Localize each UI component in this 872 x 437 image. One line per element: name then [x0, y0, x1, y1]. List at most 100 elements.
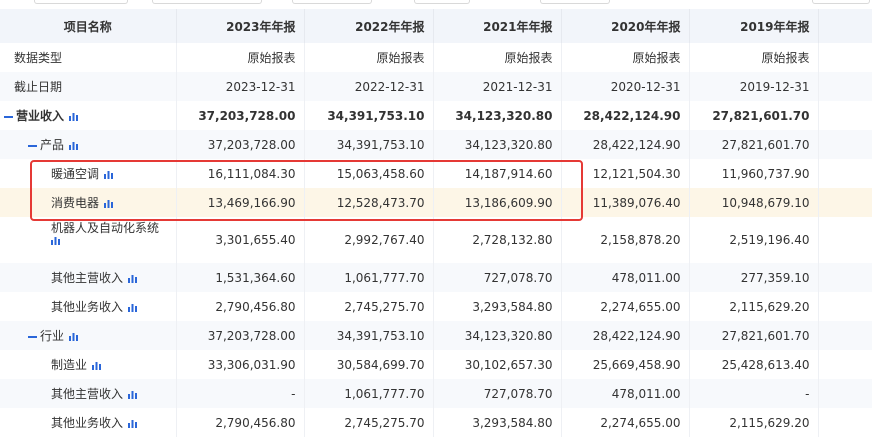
table-cell: 14,187,914.60: [433, 159, 562, 188]
table-cell: 27,821,601.70: [689, 130, 819, 159]
table-cell: 11,960,737.90: [689, 159, 819, 188]
table-cell: 25,669,458.90: [561, 350, 690, 379]
table-cell: 30,102,657.30: [433, 350, 562, 379]
table-cell: 28,422,124.90: [561, 130, 690, 159]
row-label: 制造业: [51, 358, 88, 372]
table-cell: 2,519,196.40: [689, 217, 819, 263]
table-row-robotics: 机器人及自动化系统 3,301,655.40 2,992,767.40 2,72…: [0, 217, 872, 263]
table-cell: 13,186,609.90: [433, 188, 562, 217]
table-cell: -: [689, 379, 819, 408]
bar-chart-icon[interactable]: [69, 332, 79, 341]
toolbar-control[interactable]: [152, 0, 262, 4]
table-cell: 27,821,601.70: [689, 101, 819, 130]
top-toolbar-strip: [0, 0, 872, 4]
bar-chart-icon[interactable]: [104, 170, 114, 179]
table-cell: 34,391,753.10: [304, 101, 434, 130]
table-cell: 2,790,456.80: [176, 408, 305, 437]
column-header-2021[interactable]: 2021年年报: [433, 9, 562, 43]
row-label: 其他业务收入: [51, 416, 124, 430]
column-header-2019[interactable]: 2019年年报: [689, 9, 819, 43]
table-cell: 37,203,728.00: [176, 101, 305, 130]
row-label: 数据类型: [14, 51, 63, 65]
column-header-empty: [818, 9, 872, 43]
column-header-2023[interactable]: 2023年年报: [176, 9, 305, 43]
table-cell: 2,115,629.20: [689, 408, 819, 437]
table-cell: 28,422,124.90: [561, 101, 690, 130]
toolbar-control[interactable]: [812, 0, 870, 4]
row-label: 消费电器: [51, 196, 100, 210]
bar-chart-icon[interactable]: [104, 199, 114, 208]
table-row-other-main-revenue: 其他主营收入 1,531,364.60 1,061,777.70 727,078…: [0, 263, 872, 292]
row-label: 其他主营收入: [51, 271, 124, 285]
table-cell: 3,301,655.40: [176, 217, 305, 263]
table-cell: 2022-12-31: [304, 72, 434, 101]
table-cell: 1,061,777.70: [304, 263, 434, 292]
table-cell: 30,584,699.70: [304, 350, 434, 379]
table-cell: 34,123,320.80: [433, 101, 562, 130]
minus-icon[interactable]: [28, 144, 37, 147]
row-label: 其他业务收入: [51, 300, 124, 314]
toolbar-control[interactable]: [414, 0, 470, 4]
toolbar-control[interactable]: [292, 0, 372, 4]
table-row-manufacturing: 制造业 33,306,031.90 30,584,699.70 30,102,6…: [0, 350, 872, 379]
minus-icon[interactable]: [4, 115, 13, 118]
table-row-consumer-appliances: 消费电器 13,469,166.90 12,528,473.70 13,186,…: [0, 188, 872, 217]
row-label: 截止日期: [14, 80, 63, 94]
table-cell: 10,948,679.10: [689, 188, 819, 217]
table-row-other-business-revenue: 其他业务收入 2,790,456.80 2,745,275.70 3,293,5…: [0, 292, 872, 321]
table-cell: 12,121,504.30: [561, 159, 690, 188]
table-cell: 2021-12-31: [433, 72, 562, 101]
table-cell: 2019-12-31: [689, 72, 819, 101]
table-cell: 2,745,275.70: [304, 408, 434, 437]
financial-table: 项目名称 2023年年报 2022年年报 2021年年报 2020年年报 201…: [0, 9, 872, 437]
table-cell: 11,389,076.40: [561, 188, 690, 217]
column-header-2020[interactable]: 2020年年报: [561, 9, 690, 43]
table-cell: 2,745,275.70: [304, 292, 434, 321]
table-cell: 34,391,753.10: [304, 321, 434, 350]
table-row-operating-revenue: 营业收入 37,203,728.00 34,391,753.10 34,123,…: [0, 101, 872, 130]
table-cell: 2,728,132.80: [433, 217, 562, 263]
table-cell: 原始报表: [304, 43, 434, 72]
row-label: 其他主营收入: [51, 387, 124, 401]
bar-chart-icon[interactable]: [128, 303, 138, 312]
table-cell: 12,528,473.70: [304, 188, 434, 217]
table-cell: 27,821,601.70: [689, 321, 819, 350]
table-cell: 原始报表: [176, 43, 305, 72]
table-row-other-main-revenue-industry: 其他主营收入 - 1,061,777.70 727,078.70 478,011…: [0, 379, 872, 408]
toolbar-control[interactable]: [34, 0, 128, 4]
table-cell: 1,061,777.70: [304, 379, 434, 408]
bar-chart-icon[interactable]: [69, 112, 79, 121]
table-cell: 34,123,320.80: [433, 130, 562, 159]
table-cell: 478,011.00: [561, 379, 690, 408]
table-row-end-date: 截止日期 2023-12-31 2022-12-31 2021-12-31 20…: [0, 72, 872, 101]
column-header-2022[interactable]: 2022年年报: [304, 9, 434, 43]
table-cell: 2,274,655.00: [561, 292, 690, 321]
table-row-product: 产品 37,203,728.00 34,391,753.10 34,123,32…: [0, 130, 872, 159]
toolbar-control[interactable]: [540, 0, 610, 4]
minus-icon[interactable]: [28, 335, 37, 338]
table-row-data-type: 数据类型 原始报表 原始报表 原始报表 原始报表 原始报表: [0, 43, 872, 72]
table-row-industry: 行业 37,203,728.00 34,391,753.10 34,123,32…: [0, 321, 872, 350]
table-cell: 3,293,584.80: [433, 408, 562, 437]
table-cell: 33,306,031.90: [176, 350, 305, 379]
bar-chart-icon[interactable]: [69, 141, 79, 150]
table-cell: 2,992,767.40: [304, 217, 434, 263]
bar-chart-icon[interactable]: [128, 390, 138, 399]
bar-chart-icon[interactable]: [128, 419, 138, 428]
bar-chart-icon[interactable]: [51, 236, 60, 245]
row-label: 行业: [40, 329, 65, 343]
table-cell: 34,391,753.10: [304, 130, 434, 159]
row-label: 机器人及自动化系统: [51, 221, 160, 235]
table-cell: 34,123,320.80: [433, 321, 562, 350]
bar-chart-icon[interactable]: [128, 274, 138, 283]
bar-chart-icon[interactable]: [92, 361, 102, 370]
table-cell: 2023-12-31: [176, 72, 305, 101]
table-header-row: 项目名称 2023年年报 2022年年报 2021年年报 2020年年报 201…: [0, 9, 872, 43]
table-cell: 478,011.00: [561, 263, 690, 292]
table-cell: 16,111,084.30: [176, 159, 305, 188]
table-cell: -: [176, 379, 305, 408]
table-cell: 2,790,456.80: [176, 292, 305, 321]
table-cell: 3,293,584.80: [433, 292, 562, 321]
table-cell: 原始报表: [561, 43, 690, 72]
table-row-hvac: 暖通空调 16,111,084.30 15,063,458.60 14,187,…: [0, 159, 872, 188]
